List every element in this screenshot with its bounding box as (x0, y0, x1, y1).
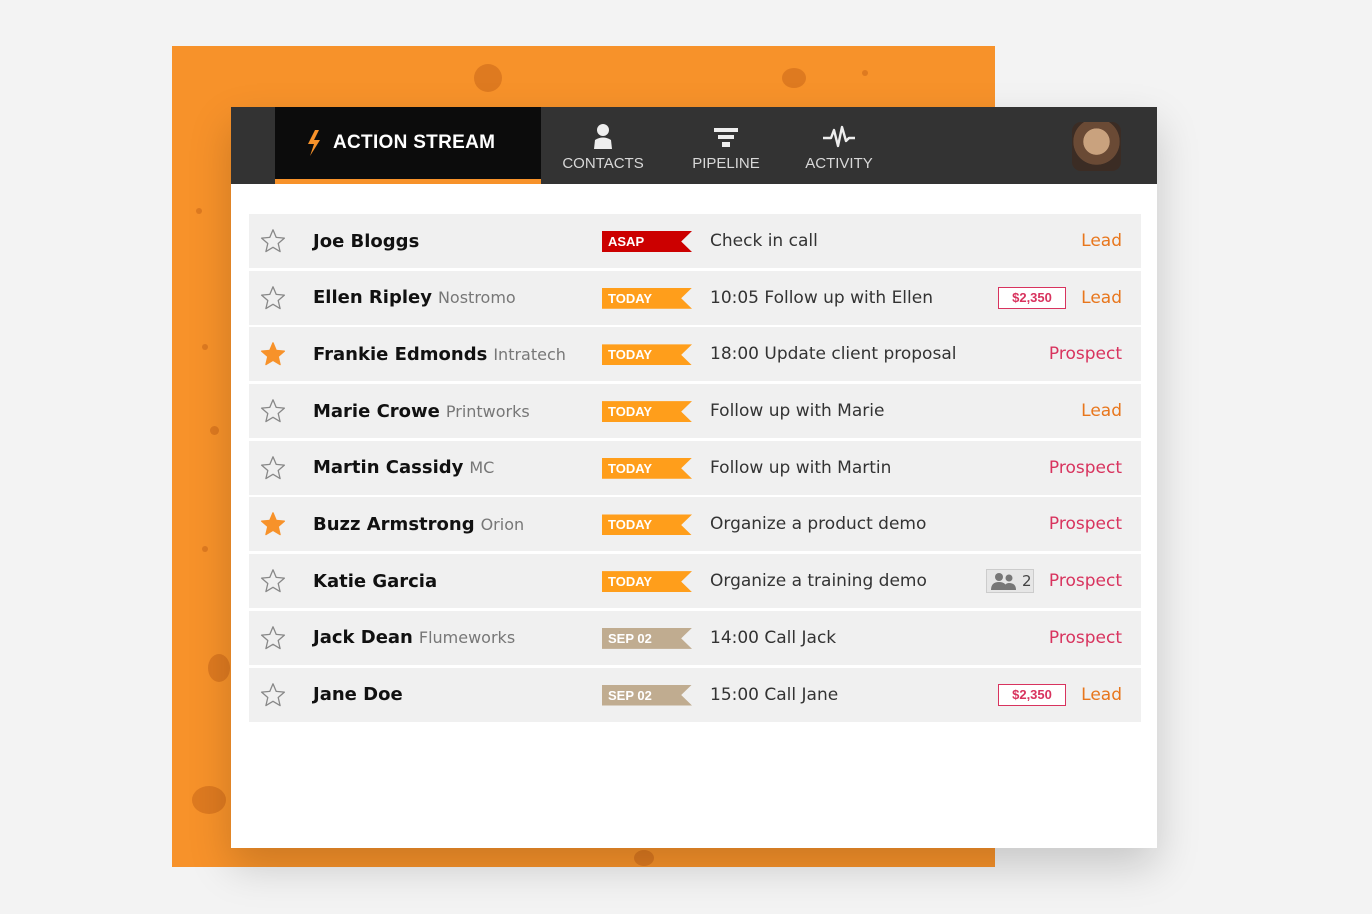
table-row[interactable]: Jack Dean Flumeworks SEP 02 14:00 Call Jack… (249, 610, 1141, 665)
star-filled-icon[interactable] (260, 511, 286, 537)
tab-contacts-label: CONTACTS (562, 155, 644, 172)
contact-name[interactable]: Ellen Ripley Nostromo (313, 271, 516, 325)
bolt-icon (308, 130, 320, 156)
stage-label[interactable]: Prospect (1049, 554, 1122, 608)
star-outline-icon[interactable] (260, 228, 286, 254)
contact-name[interactable]: Martin Cassidy MC (313, 441, 494, 495)
due-tag: SEP 02 (602, 627, 692, 649)
due-tag: TODAY (602, 344, 692, 366)
tab-action-stream-label: ACTION STREAM (333, 132, 496, 153)
user-avatar[interactable] (1072, 122, 1121, 171)
tab-pipeline-label: PIPELINE (692, 155, 760, 172)
star-outline-icon[interactable] (260, 398, 286, 424)
participants-count: 2 (1022, 572, 1032, 591)
deal-amount-badge: $2,350 (998, 286, 1066, 309)
task-text[interactable]: Follow up with Martin (710, 441, 891, 495)
company-name: Orion (480, 514, 525, 534)
stage-label[interactable]: Prospect (1049, 441, 1122, 495)
table-row[interactable]: Katie Garcia TODAY Organize a training dem… (249, 554, 1141, 609)
star-outline-icon[interactable] (260, 568, 286, 594)
funnel-icon (714, 128, 738, 147)
contact-name-text: Buzz Armstrong (313, 513, 475, 535)
stage-label[interactable]: Prospect (1049, 497, 1122, 551)
stage-label[interactable]: Prospect (1049, 611, 1122, 665)
company-name: Flumeworks (418, 628, 516, 648)
star-outline-icon[interactable] (260, 625, 286, 651)
due-tag: TODAY (602, 514, 692, 536)
contact-name-text: Joe Bloggs (313, 230, 420, 252)
contact-name-text: Martin Cassidy (313, 457, 464, 479)
task-text[interactable]: Organize a product demo (710, 497, 926, 551)
company-name: Intratech (493, 344, 566, 364)
tab-contacts[interactable]: CONTACTS (562, 107, 644, 184)
star-outline-icon[interactable] (260, 285, 286, 311)
stage-label[interactable]: Prospect (1049, 327, 1122, 381)
contact-name-text: Marie Crowe (313, 400, 440, 422)
task-text[interactable]: Organize a training demo (710, 554, 927, 608)
table-row[interactable]: Buzz Armstrong Orion TODAY Organize a produ… (249, 497, 1141, 552)
company-name: Nostromo (437, 288, 516, 308)
tab-action-stream[interactable]: ACTION STREAM (275, 107, 541, 184)
stage-label[interactable]: Lead (1081, 384, 1122, 438)
contact-name[interactable]: Marie Crowe Printworks (313, 384, 530, 438)
tab-pipeline[interactable]: PIPELINE (686, 107, 766, 184)
task-text[interactable]: Follow up with Marie (710, 384, 884, 438)
person-icon (594, 124, 612, 149)
due-tag: TODAY (602, 401, 692, 423)
task-text[interactable]: 18:00 Update client proposal (710, 327, 956, 381)
stage-label[interactable]: Lead (1081, 271, 1122, 325)
task-text[interactable]: Check in call (710, 214, 818, 268)
table-row[interactable]: Joe Bloggs ASAP Check in call Lead (249, 214, 1141, 268)
participants-badge: 2 (986, 569, 1034, 594)
contact-name[interactable]: Joe Bloggs (313, 214, 419, 268)
due-tag: TODAY (602, 287, 692, 309)
app-window: ACTION STREAM CONTACTS PIPELINE ACTIVITY… (231, 107, 1157, 848)
contact-name-text: Frankie Edmonds (313, 343, 488, 365)
company-name: MC (469, 458, 495, 478)
stage-label[interactable]: Lead (1081, 668, 1122, 722)
due-tag: SEP 02 (602, 684, 692, 706)
due-tag: TODAY (602, 457, 692, 479)
task-text[interactable]: 15:00 Call Jane (710, 668, 838, 722)
table-row[interactable]: Jane Doe SEP 02 15:00 Call Jane $2,350 Lead (249, 667, 1141, 722)
top-navigation-bar: ACTION STREAM CONTACTS PIPELINE ACTIVITY (231, 107, 1157, 184)
contact-name-text: Jack Dean (313, 627, 413, 649)
contact-name-text: Jane Doe (313, 684, 403, 705)
star-filled-icon[interactable] (260, 341, 286, 367)
contact-name-text: Ellen Ripley (313, 287, 432, 309)
contact-name[interactable]: Katie Garcia (313, 554, 437, 608)
table-row[interactable]: Marie Crowe Printworks TODAY Follow up with… (249, 384, 1141, 439)
task-text[interactable]: 14:00 Call Jack (710, 611, 836, 665)
contact-name[interactable]: Buzz Armstrong Orion (313, 497, 524, 551)
contact-name[interactable]: Jane Doe (313, 668, 403, 722)
due-tag: TODAY (602, 571, 692, 593)
stage-label[interactable]: Lead (1081, 214, 1122, 268)
contact-name[interactable]: Jack Dean Flumeworks (313, 611, 515, 665)
deal-amount-badge: $2,350 (998, 683, 1066, 706)
contact-name-text: Katie Garcia (313, 570, 438, 592)
action-stream-list: Joe Bloggs ASAP Check in call Lead Ellen Rip… (249, 214, 1141, 724)
table-row[interactable]: Frankie Edmonds Intratech TODAY 18:00 Updat… (249, 327, 1141, 382)
tab-activity[interactable]: ACTIVITY (799, 107, 879, 184)
star-outline-icon[interactable] (260, 455, 286, 481)
pulse-icon (823, 125, 855, 148)
table-row[interactable]: Martin Cassidy MC TODAY Follow up with Mart… (249, 440, 1141, 495)
table-row[interactable]: Ellen Ripley Nostromo TODAY 10:05 Follow up… (249, 270, 1141, 325)
task-text[interactable]: 10:05 Follow up with Ellen (710, 271, 933, 325)
tab-activity-label: ACTIVITY (805, 155, 873, 172)
people-icon (991, 573, 1016, 591)
due-tag: ASAP (602, 231, 692, 252)
company-name: Printworks (445, 401, 530, 421)
star-outline-icon[interactable] (260, 682, 286, 708)
contact-name[interactable]: Frankie Edmonds Intratech (313, 327, 566, 381)
